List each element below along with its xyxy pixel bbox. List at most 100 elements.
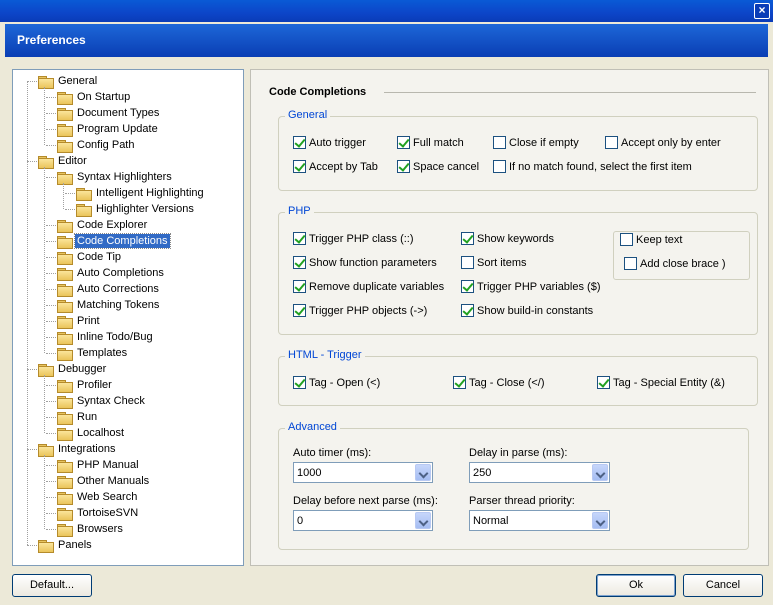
select-first-item-checkbox[interactable]: If no match found, select the first item bbox=[493, 160, 692, 173]
keep-text-checkbox[interactable]: Keep text bbox=[620, 233, 682, 246]
checkbox-label: Auto trigger bbox=[309, 136, 366, 149]
checkbox-box[interactable] bbox=[293, 376, 306, 389]
folder-icon bbox=[56, 475, 73, 489]
checkbox-box[interactable] bbox=[293, 304, 306, 317]
tree-item[interactable]: Document Types bbox=[56, 105, 161, 121]
checkbox-box[interactable] bbox=[597, 376, 610, 389]
tree-item[interactable]: Syntax Highlighters bbox=[56, 169, 174, 185]
parser-priority-select[interactable]: Normal bbox=[469, 510, 610, 531]
checkbox-box[interactable] bbox=[293, 256, 306, 269]
checkbox-box[interactable] bbox=[293, 232, 306, 245]
auto-timer-select[interactable]: 1000 bbox=[293, 462, 433, 483]
chevron-down-icon[interactable] bbox=[415, 464, 431, 481]
space-cancel-checkbox[interactable]: Space cancel bbox=[397, 160, 479, 173]
tree-connector bbox=[27, 161, 37, 162]
checkbox-box[interactable] bbox=[605, 136, 618, 149]
full-match-checkbox[interactable]: Full match bbox=[397, 136, 464, 149]
tree-item[interactable]: Code Completions bbox=[56, 233, 171, 249]
tree-item[interactable]: Matching Tokens bbox=[56, 297, 161, 313]
tag-open-checkbox[interactable]: Tag - Open (<) bbox=[293, 376, 380, 389]
pane-title: Code Completions bbox=[269, 86, 367, 98]
tree-connector bbox=[46, 97, 56, 98]
checkbox-box[interactable] bbox=[397, 136, 410, 149]
trigger-php-class-checkbox[interactable]: Trigger PHP class (::) bbox=[293, 232, 414, 245]
auto-trigger-checkbox[interactable]: Auto trigger bbox=[293, 136, 366, 149]
trigger-php-objects-checkbox[interactable]: Trigger PHP objects (->) bbox=[293, 304, 427, 317]
tree-item[interactable]: Auto Corrections bbox=[56, 281, 161, 297]
checkbox-box[interactable] bbox=[624, 257, 637, 270]
tree-connector bbox=[44, 455, 45, 529]
tree-item-label: Code Completions bbox=[74, 233, 171, 249]
show-keywords-checkbox[interactable]: Show keywords bbox=[461, 232, 554, 245]
tree-item[interactable]: Profiler bbox=[56, 377, 114, 393]
tree-item[interactable]: On Startup bbox=[56, 89, 132, 105]
sort-items-checkbox[interactable]: Sort items bbox=[461, 256, 527, 269]
checkbox-box[interactable] bbox=[293, 160, 306, 173]
checkbox-box[interactable] bbox=[493, 160, 506, 173]
tree-item-label: Integrations bbox=[58, 443, 116, 455]
trigger-php-variables-checkbox[interactable]: Trigger PHP variables ($) bbox=[461, 280, 601, 293]
folder-icon bbox=[56, 379, 73, 393]
ok-button[interactable]: Ok bbox=[596, 574, 676, 597]
cancel-button[interactable]: Cancel bbox=[683, 574, 763, 597]
tree-item[interactable]: Localhost bbox=[56, 425, 126, 441]
tree-item-label: Browsers bbox=[77, 523, 123, 535]
checkbox-box[interactable] bbox=[461, 280, 474, 293]
show-build-in-constants-checkbox[interactable]: Show build-in constants bbox=[461, 304, 593, 317]
tree-item[interactable]: Program Update bbox=[56, 121, 160, 137]
checkbox-box[interactable] bbox=[293, 280, 306, 293]
tree-item[interactable]: Syntax Check bbox=[56, 393, 147, 409]
close-window-button[interactable]: × bbox=[754, 3, 770, 19]
checkbox-box[interactable] bbox=[620, 233, 633, 246]
close-if-empty-checkbox[interactable]: Close if empty bbox=[493, 136, 579, 149]
tree-item[interactable]: Code Tip bbox=[56, 249, 123, 265]
tree-item[interactable]: Panels bbox=[37, 537, 94, 553]
tree-item[interactable]: Browsers bbox=[56, 521, 125, 537]
tree-connector bbox=[46, 401, 56, 402]
checkbox-label: Keep text bbox=[636, 233, 683, 246]
checkbox-box[interactable] bbox=[397, 160, 410, 173]
tree-item[interactable]: Code Explorer bbox=[56, 217, 149, 233]
add-close-brace-checkbox[interactable]: Add close brace ) bbox=[624, 257, 726, 270]
checkbox-label: Sort items bbox=[477, 256, 527, 269]
folder-icon bbox=[56, 139, 73, 153]
tree-item[interactable]: Debugger bbox=[37, 361, 108, 377]
tree-item[interactable]: Web Search bbox=[56, 489, 139, 505]
tree-item[interactable]: PHP Manual bbox=[56, 457, 141, 473]
checkbox-box[interactable] bbox=[461, 232, 474, 245]
tree-item[interactable]: Intelligent Highlighting bbox=[75, 185, 206, 201]
tree-item[interactable]: Auto Completions bbox=[56, 265, 166, 281]
chevron-down-icon[interactable] bbox=[592, 464, 608, 481]
tree-item[interactable]: Config Path bbox=[56, 137, 136, 153]
tree-item[interactable]: Inline Todo/Bug bbox=[56, 329, 155, 345]
tree-item[interactable]: Other Manuals bbox=[56, 473, 151, 489]
delay-next-parse-label: Delay before next parse (ms): bbox=[293, 495, 438, 507]
tree-item[interactable]: General bbox=[37, 73, 99, 89]
chevron-down-icon[interactable] bbox=[415, 512, 431, 529]
delay-parse-select[interactable]: 250 bbox=[469, 462, 610, 483]
tree-item[interactable]: Integrations bbox=[37, 441, 117, 457]
tree-item[interactable]: Run bbox=[56, 409, 99, 425]
tag-close-checkbox[interactable]: Tag - Close (</) bbox=[453, 376, 545, 389]
accept-by-tab-checkbox[interactable]: Accept by Tab bbox=[293, 160, 378, 173]
tree-item[interactable]: Highlighter Versions bbox=[75, 201, 196, 217]
accept-only-by-enter-checkbox[interactable]: Accept only by enter bbox=[605, 136, 721, 149]
checkbox-box[interactable] bbox=[461, 256, 474, 269]
checkbox-box[interactable] bbox=[493, 136, 506, 149]
tree-item-label: Program Update bbox=[77, 123, 158, 135]
checkbox-box[interactable] bbox=[461, 304, 474, 317]
delay-next-parse-select[interactable]: 0 bbox=[293, 510, 433, 531]
default-button[interactable]: Default... bbox=[12, 574, 92, 597]
checkbox-box[interactable] bbox=[293, 136, 306, 149]
chevron-down-icon[interactable] bbox=[592, 512, 608, 529]
tree-item[interactable]: Templates bbox=[56, 345, 129, 361]
show-function-parameters-checkbox[interactable]: Show function parameters bbox=[293, 256, 437, 269]
tree-item[interactable]: Print bbox=[56, 313, 102, 329]
tag-special-entity-checkbox[interactable]: Tag - Special Entity (&) bbox=[597, 376, 725, 389]
tree-connector bbox=[65, 209, 75, 210]
tree-item[interactable]: TortoiseSVN bbox=[56, 505, 140, 521]
remove-duplicate-variables-checkbox[interactable]: Remove duplicate variables bbox=[293, 280, 444, 293]
tree-item-label: Print bbox=[77, 315, 100, 327]
preferences-tree[interactable]: General On Startup Document Types Program U… bbox=[12, 69, 244, 566]
checkbox-box[interactable] bbox=[453, 376, 466, 389]
